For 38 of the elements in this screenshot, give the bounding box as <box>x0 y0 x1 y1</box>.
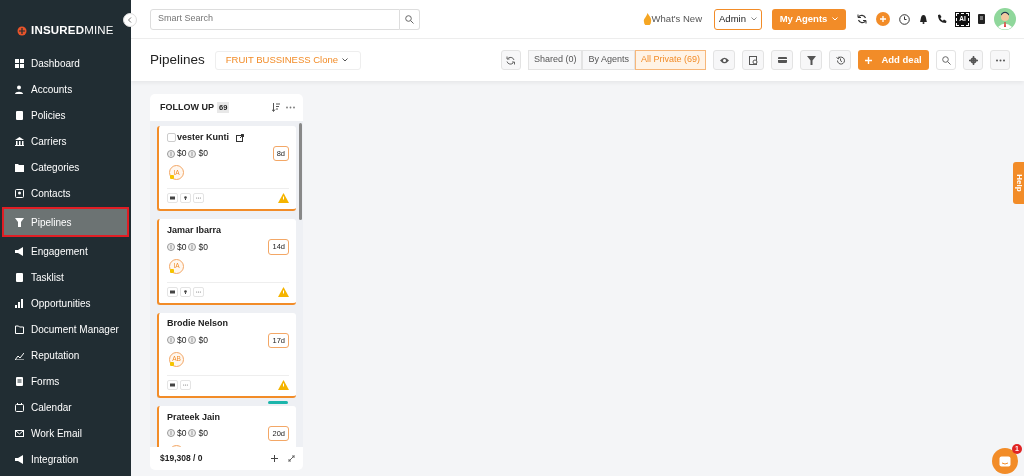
amount: $0 <box>177 240 187 254</box>
column-title: FOLLOW UP <box>160 100 214 114</box>
sidebar-item[interactable]: Tasklist <box>2 265 129 290</box>
amount: $0 <box>198 427 208 440</box>
sidebar-item[interactable]: Forms <box>2 369 129 394</box>
sidebar-item[interactable]: Pipelines <box>2 207 129 238</box>
role-select[interactable]: Admin <box>714 8 762 30</box>
whats-new-link[interactable]: What's New <box>651 11 702 27</box>
amount: $0 <box>177 427 187 440</box>
deal-name: Jamar Ibarra <box>167 224 222 237</box>
sidebar-item[interactable]: Document Manager <box>2 317 129 342</box>
deal-name: Brodie Nelson <box>167 317 228 331</box>
sidebar-item[interactable]: Engagement <box>2 239 129 264</box>
filter-tab[interactable]: By Agents <box>582 50 635 70</box>
amount: $0 <box>177 333 187 347</box>
sidebar-item[interactable]: Integration <box>2 447 129 472</box>
help-label: Help <box>1013 174 1024 192</box>
sidebar-item[interactable]: Accounts <box>2 77 129 102</box>
sidebar-item[interactable]: Dashboard <box>2 51 129 76</box>
filter-tab[interactable]: Shared (0) <box>527 50 583 70</box>
page-title: Pipelines <box>150 50 205 69</box>
sidebar-item[interactable]: Calendar <box>2 395 129 420</box>
column-total: $19,308 / 0 <box>160 452 203 465</box>
search-field[interactable]: Smart Search <box>150 8 400 30</box>
sidebar-item[interactable]: Contacts <box>2 181 129 206</box>
sidebar-item[interactable]: Policies <box>2 103 129 128</box>
sidebar-item[interactable]: Reputation <box>2 343 129 368</box>
logo-text: INSUREDMINE <box>31 23 114 38</box>
amount: $0 <box>198 240 208 254</box>
amount: $0 <box>177 147 187 160</box>
amount: $0 <box>198 333 208 347</box>
deal-name: vester Kunti <box>177 130 229 144</box>
sidebar-item[interactable]: Opportunities <box>2 291 129 316</box>
sidebar-item[interactable]: Categories <box>2 155 129 180</box>
deal-name: Prateek Jain <box>167 410 221 424</box>
amount: $0 <box>198 147 208 160</box>
sidebar-item[interactable]: Carriers <box>2 129 129 154</box>
sidebar-item[interactable]: Work Email <box>2 421 129 446</box>
